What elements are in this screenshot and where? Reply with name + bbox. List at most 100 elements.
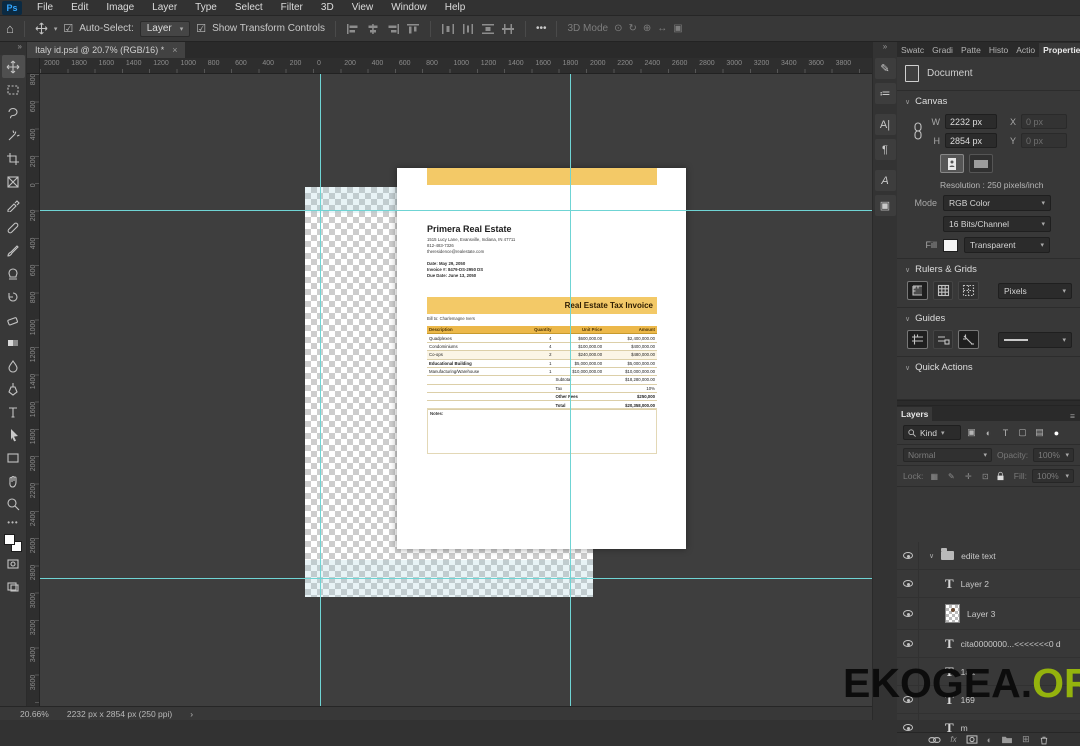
menu-item[interactable]: Window	[382, 2, 436, 13]
guide-style-select[interactable]: ▾	[998, 332, 1072, 348]
tab-patterns[interactable]: Patte	[957, 43, 985, 57]
close-tab-icon[interactable]: ×	[172, 45, 177, 55]
visibility-toggle[interactable]	[897, 714, 919, 732]
toggle-guides-button[interactable]	[907, 330, 928, 349]
zoom-tool[interactable]	[2, 492, 25, 515]
zoom-level[interactable]: 20.66%	[20, 709, 49, 719]
eraser-tool[interactable]	[2, 308, 25, 331]
layer-row[interactable]: TLayer 2	[897, 570, 1080, 598]
menu-item[interactable]: Select	[226, 2, 272, 13]
visibility-toggle[interactable]	[897, 630, 919, 657]
layer-mask-icon[interactable]	[966, 735, 978, 744]
visibility-toggle[interactable]	[897, 542, 919, 569]
new-group-icon[interactable]	[1001, 735, 1013, 744]
tab-actions[interactable]: Actio	[1012, 43, 1039, 57]
object-selection-tool[interactable]	[2, 124, 25, 147]
chevron-down-icon[interactable]: ▾	[54, 25, 58, 33]
paragraph-panel-icon[interactable]: ¶	[875, 139, 896, 160]
foreground-color-swatch[interactable]	[4, 534, 15, 545]
filter-pixel-layers-icon[interactable]: ▣	[965, 427, 978, 438]
guide-vertical[interactable]	[320, 74, 321, 706]
layer-row[interactable]: ∨edite text	[897, 542, 1080, 570]
invoice-page[interactable]: Primera Real Estate 1515 Lucy Lane, Evan…	[397, 168, 686, 549]
align-center-horizontal-icon[interactable]	[366, 23, 380, 35]
marquee-tool[interactable]	[2, 78, 25, 101]
path-select-tool[interactable]	[2, 423, 25, 446]
3d-pan-icon[interactable]: ⊕	[643, 23, 651, 34]
lock-guides-button[interactable]	[933, 330, 954, 349]
lock-transparency-icon[interactable]: ▦	[928, 472, 940, 481]
toggle-grid-button[interactable]	[933, 281, 954, 300]
move-tool-preset-icon[interactable]	[35, 22, 48, 35]
guide-horizontal[interactable]	[40, 578, 872, 579]
3d-camera-icon[interactable]: ▣	[673, 23, 682, 34]
gradient-tool[interactable]	[2, 331, 25, 354]
distribute-horizontal-icon[interactable]	[441, 23, 455, 35]
distribute-vertical-icon[interactable]	[481, 23, 495, 35]
link-dimensions-icon[interactable]	[913, 122, 923, 140]
tab-history[interactable]: Histo	[985, 43, 1012, 57]
portrait-orientation-button[interactable]	[940, 154, 964, 173]
3d-orbit-icon[interactable]: ⊙	[614, 23, 622, 34]
layer-row[interactable]: Tcita0000000...<<<<<<<0 d	[897, 630, 1080, 658]
panel-menu-icon[interactable]: ≡	[1065, 411, 1080, 421]
show-transform-checkbox[interactable]: ☑	[196, 22, 206, 35]
rulers-grids-header[interactable]: ∨Rulers & Grids	[905, 264, 1072, 275]
bit-depth-select[interactable]: 16 Bits/Channel▾	[943, 216, 1051, 232]
home-icon[interactable]: ⌂	[6, 21, 14, 36]
align-right-icon[interactable]	[386, 23, 400, 35]
new-layer-icon[interactable]: ⊞	[1022, 734, 1030, 745]
hand-tool[interactable]	[2, 469, 25, 492]
ruler-units-select[interactable]: Pixels▾	[998, 283, 1072, 299]
brushes-icon[interactable]: ≔	[875, 83, 896, 104]
menu-item[interactable]: Type	[186, 2, 226, 13]
visibility-toggle[interactable]	[897, 598, 919, 629]
menu-item[interactable]: Layer	[143, 2, 186, 13]
distribute-center-icon[interactable]	[461, 23, 475, 35]
blur-tool[interactable]	[2, 354, 25, 377]
expand-panels-icon[interactable]: »	[873, 42, 897, 54]
3d-slide-icon[interactable]: ↔	[657, 23, 667, 34]
tab-properties[interactable]: Properties	[1039, 43, 1080, 57]
glyphs-panel-icon[interactable]: A	[875, 170, 896, 191]
lock-position-icon[interactable]: ✛	[962, 472, 974, 481]
edit-toolbar-icon[interactable]: •••	[7, 518, 18, 527]
crop-tool[interactable]	[2, 147, 25, 170]
tab-swatches[interactable]: Swatc	[897, 43, 928, 57]
filter-adjustment-layers-icon[interactable]: ◐	[982, 428, 995, 438]
layer-effects-icon[interactable]: fx	[950, 735, 956, 744]
history-brush-tool[interactable]	[2, 285, 25, 308]
group-chevron-icon[interactable]: ∨	[929, 552, 934, 560]
layer-row[interactable]: Layer 3	[897, 598, 1080, 630]
more-options-icon[interactable]: •••	[536, 23, 547, 34]
lasso-tool[interactable]	[2, 101, 25, 124]
canvas-section-header[interactable]: ∨ Canvas	[905, 96, 1072, 107]
fill-swatch[interactable]	[943, 239, 958, 252]
menu-item[interactable]: View	[343, 2, 383, 13]
3d-panel-icon[interactable]: ▣	[875, 195, 896, 216]
clear-guides-button[interactable]	[958, 330, 979, 349]
delete-layer-icon[interactable]	[1039, 735, 1049, 745]
height-field[interactable]: 2854 px	[945, 133, 997, 148]
quick-actions-header[interactable]: ∨Quick Actions	[905, 362, 1072, 373]
color-mode-select[interactable]: RGB Color▾	[943, 195, 1051, 211]
healing-brush-tool[interactable]	[2, 216, 25, 239]
landscape-orientation-button[interactable]	[969, 154, 993, 173]
toggle-rulers-button[interactable]	[907, 281, 928, 300]
guide-vertical[interactable]	[570, 74, 571, 706]
filter-type-layers-icon[interactable]: T	[999, 428, 1012, 438]
filter-smart-objects-icon[interactable]: ▤	[1033, 427, 1046, 438]
menu-item[interactable]: Help	[436, 2, 475, 13]
canvas-viewport[interactable]: Primera Real Estate 1515 Lucy Lane, Evan…	[40, 74, 872, 706]
menu-item[interactable]: Edit	[62, 2, 97, 13]
quick-mask-icon[interactable]	[2, 552, 25, 575]
status-chevron-icon[interactable]: ›	[190, 709, 193, 719]
fill-select[interactable]: Transparent▾	[964, 237, 1050, 253]
clone-stamp-tool[interactable]	[2, 262, 25, 285]
tab-layers[interactable]: Layers	[897, 407, 932, 421]
brush-settings-icon[interactable]: ✎	[875, 58, 896, 79]
frame-tool[interactable]	[2, 170, 25, 193]
align-left-icon[interactable]	[346, 23, 360, 35]
auto-select-checkbox[interactable]: ☑	[63, 22, 73, 35]
layer-row[interactable]: Tm	[897, 714, 1080, 732]
